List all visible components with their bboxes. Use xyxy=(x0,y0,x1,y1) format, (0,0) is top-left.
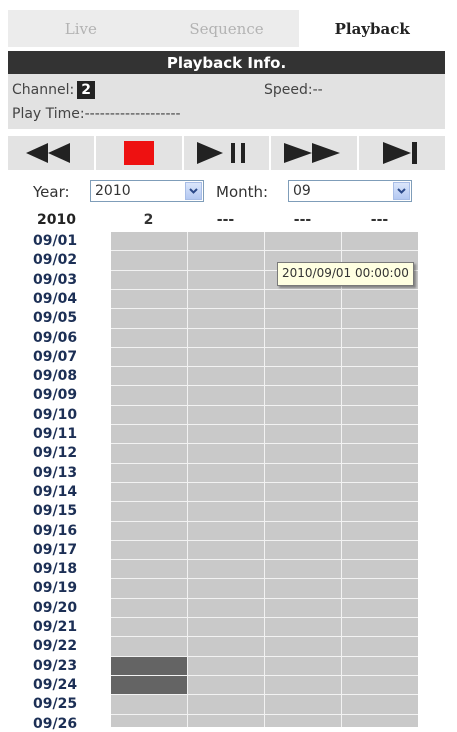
grid-header: 2010 2 --- --- --- xyxy=(0,212,457,230)
stop-button[interactable] xyxy=(95,136,182,170)
day-label: 09/10 xyxy=(33,406,78,423)
day-label: 09/03 xyxy=(33,271,78,288)
channel-column-header: --- xyxy=(293,212,312,228)
day-label: 09/11 xyxy=(33,426,78,442)
next-frame-icon xyxy=(383,142,418,164)
year-select-value: 2010 xyxy=(95,183,131,199)
tab-playback[interactable]: Playback xyxy=(299,10,446,47)
day-label: 09/17 xyxy=(33,541,78,558)
fast-forward-button[interactable] xyxy=(271,136,358,170)
grid-column-divider xyxy=(264,232,265,727)
month-select[interactable]: 09 xyxy=(288,180,412,202)
playback-info-panel: Channel: 2 Speed:-- Play Time:----------… xyxy=(8,74,445,129)
day-label: 09/16 xyxy=(33,522,78,539)
timestamp-tooltip: 2010/09/01 00:00:00 xyxy=(277,262,414,286)
channel-label: Channel: xyxy=(12,82,75,98)
playback-info-header: Playback Info. xyxy=(8,51,445,74)
day-label: 09/02 xyxy=(33,252,78,269)
play-pause-button[interactable] xyxy=(183,136,270,170)
day-label: 09/05 xyxy=(33,310,78,327)
day-label: 09/14 xyxy=(33,483,78,500)
next-frame-button[interactable] xyxy=(359,136,445,170)
speed-value: -- xyxy=(312,82,323,98)
tab-bar: Live Sequence Playback xyxy=(8,10,446,47)
day-label: 09/20 xyxy=(33,599,78,616)
day-label: 09/21 xyxy=(33,619,78,635)
day-label: 09/06 xyxy=(33,329,78,346)
day-label: 09/26 xyxy=(33,715,78,732)
channel-column-header: 2 xyxy=(143,212,154,228)
play-time-label: Play Time: xyxy=(12,106,85,122)
playback-controls xyxy=(8,136,445,170)
grid-year: 2010 xyxy=(37,212,76,228)
channel-column-header: --- xyxy=(370,212,389,228)
day-label: 09/08 xyxy=(33,368,78,385)
rewind-button[interactable] xyxy=(8,136,94,170)
day-label: 09/07 xyxy=(33,348,78,365)
day-label: 09/24 xyxy=(33,676,78,693)
chevron-down-icon[interactable] xyxy=(393,182,410,200)
tab-live[interactable]: Live xyxy=(8,10,154,47)
recorded-cell[interactable] xyxy=(111,675,187,695)
tab-sequence[interactable]: Sequence xyxy=(153,10,300,47)
year-label: Year: xyxy=(33,183,70,201)
year-select[interactable]: 2010 xyxy=(90,180,204,202)
rewind-icon xyxy=(25,143,70,163)
day-label: 09/23 xyxy=(33,657,78,674)
recording-grid[interactable] xyxy=(111,232,418,727)
day-label: 09/01 xyxy=(33,233,78,249)
grid-column-divider xyxy=(187,232,188,727)
fast-forward-icon xyxy=(284,143,341,163)
speed-label: Speed: xyxy=(264,82,313,98)
play-time-value: ------------------- xyxy=(84,106,181,122)
day-label: 09/25 xyxy=(33,696,78,713)
month-label: Month: xyxy=(216,183,269,201)
recorded-cell[interactable] xyxy=(111,656,187,675)
stop-icon xyxy=(123,141,154,165)
day-label: 09/09 xyxy=(33,387,78,404)
play-pause-icon xyxy=(197,142,246,164)
chevron-down-icon[interactable] xyxy=(185,182,202,200)
grid-column-divider xyxy=(341,232,342,727)
channel-column-header: --- xyxy=(216,212,235,228)
day-label: 09/19 xyxy=(33,580,78,597)
channel-value: 2 xyxy=(77,81,95,99)
date-selectors: Year: 2010 Month: 09 xyxy=(0,178,457,206)
day-label: 09/04 xyxy=(33,290,78,307)
day-label: 09/15 xyxy=(33,503,78,520)
day-label: 09/22 xyxy=(33,638,78,655)
month-select-value: 09 xyxy=(293,183,311,199)
day-label: 09/18 xyxy=(33,561,78,578)
day-label: 09/13 xyxy=(33,464,78,481)
day-label: 09/12 xyxy=(33,445,78,462)
